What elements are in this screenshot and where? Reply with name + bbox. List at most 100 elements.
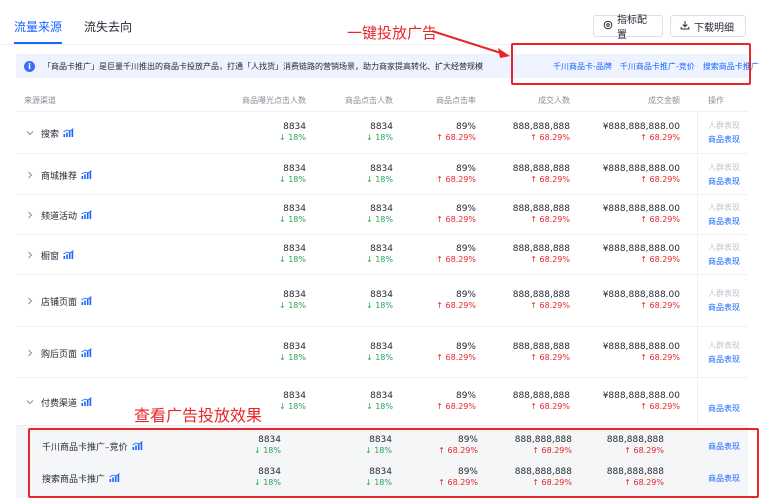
row-value-5: ¥888,888,888.00 <box>602 204 680 214</box>
chevron-icon[interactable] <box>25 397 35 407</box>
row-ops: 人群表现 商品表现 <box>708 242 748 267</box>
row-cell-4: 888,888,888 ↑ 68.29% <box>513 244 570 264</box>
crowd-performance-link: 人群表现 <box>708 163 740 172</box>
row-cell-2: 8834 ↓ 18% <box>366 290 393 310</box>
chevron-icon[interactable] <box>25 296 35 306</box>
row-value-2: 8834 <box>370 164 393 174</box>
row-name: 频道活动 <box>41 209 92 222</box>
chevron-icon[interactable] <box>25 348 35 358</box>
col-click-rate: 商品点击率 <box>436 96 476 105</box>
row-cell-3: 89% ↑ 68.29% <box>436 204 476 224</box>
row-name-text: 搜索 <box>41 130 60 140</box>
row-cell-2: 8834 ↓ 18% <box>366 204 393 224</box>
row-ops: 人群表现 商品表现 <box>708 120 748 145</box>
row-delta-5: ↑ 68.29% <box>640 133 680 142</box>
row-name: 购后页面 <box>41 347 92 360</box>
row-cell-1: 8834 ↓ 18% <box>279 164 306 184</box>
row-cell-5: ¥888,888,888.00 ↑ 68.29% <box>603 290 680 310</box>
row-delta-2: ↓ 18% <box>365 301 393 310</box>
product-performance-link[interactable]: 商品表现 <box>708 302 748 313</box>
row-ops: 人群表现 商品表现 <box>708 202 748 227</box>
tab-traffic-source[interactable]: 流量来源 <box>14 18 63 44</box>
row-value-3: 89% <box>455 391 476 401</box>
row-cell-4: 888,888,888 ↑ 68.29% <box>513 204 570 224</box>
row-value-5: ¥888,888,888.00 <box>602 244 680 254</box>
row-delta-1: ↓ 18% <box>278 175 306 184</box>
row-value-1: 8834 <box>283 342 306 352</box>
tab-traffic-loss[interactable]: 流失去向 <box>84 18 132 44</box>
table-row[interactable]: 店铺页面 8834 ↓ 18% 8834 ↓ 18% 89% ↑ 68.29% … <box>16 275 748 327</box>
col-ops: 操作 <box>708 96 724 105</box>
table-row[interactable]: 付费渠道 8834 ↓ 18% 8834 ↓ 18% 89% ↑ 68.29% … <box>16 378 748 426</box>
row-name-text: 橱窗 <box>41 252 60 262</box>
row-name-text: 频道活动 <box>41 212 78 222</box>
row-name-text: 店铺页面 <box>41 298 78 308</box>
row-value-2: 8834 <box>370 391 393 401</box>
row-name-text: 购后页面 <box>41 350 78 360</box>
trend-chart-icon[interactable] <box>63 127 74 140</box>
trend-chart-icon[interactable] <box>63 249 74 262</box>
row-cell-2: 8834 ↓ 18% <box>366 391 393 411</box>
trend-chart-icon[interactable] <box>81 347 92 360</box>
trend-chart-icon[interactable] <box>81 209 92 222</box>
row-name-text: 商城推荐 <box>41 172 78 182</box>
row-cell-5: ¥888,888,888.00 ↑ 68.29% <box>603 164 680 184</box>
trend-chart-icon[interactable] <box>81 396 92 409</box>
row-value-4: 888,888,888 <box>512 164 570 174</box>
row-delta-2: ↓ 18% <box>365 133 393 142</box>
product-performance-link[interactable]: 商品表现 <box>708 176 748 187</box>
row-delta-5: ↑ 68.29% <box>640 402 680 411</box>
annotation-label-bottom: 查看广告投放效果 <box>134 406 263 425</box>
settings-icon <box>603 20 613 33</box>
row-delta-2: ↓ 18% <box>365 215 393 224</box>
row-cell-1: 8834 ↓ 18% <box>279 204 306 224</box>
row-delta-4: ↑ 68.29% <box>530 353 570 362</box>
row-delta-3: ↑ 68.29% <box>436 402 476 411</box>
trend-chart-icon[interactable] <box>81 169 92 182</box>
product-performance-link[interactable]: 商品表现 <box>708 354 748 365</box>
row-name: 橱窗 <box>41 249 74 262</box>
row-cell-4: 888,888,888 ↑ 68.29% <box>513 391 570 411</box>
row-delta-3: ↑ 68.29% <box>436 301 476 310</box>
product-performance-link[interactable]: 商品表现 <box>708 134 748 145</box>
row-ops: 人群表现 商品表现 <box>708 162 748 187</box>
row-delta-3: ↑ 68.29% <box>436 175 476 184</box>
download-detail-button[interactable]: 下载明细 <box>670 15 746 37</box>
row-delta-4: ↑ 68.29% <box>530 133 570 142</box>
row-value-3: 89% <box>455 244 476 254</box>
row-value-3: 89% <box>455 164 476 174</box>
info-icon: i <box>24 60 35 72</box>
row-delta-4: ↑ 68.29% <box>530 255 570 264</box>
row-delta-1: ↓ 18% <box>278 215 306 224</box>
product-performance-link[interactable]: 商品表现 <box>708 256 748 267</box>
table-row[interactable]: 搜索 8834 ↓ 18% 8834 ↓ 18% 89% ↑ 68.29% 88… <box>16 112 748 154</box>
table-row[interactable]: 商城推荐 8834 ↓ 18% 8834 ↓ 18% 89% ↑ 68.29% … <box>16 154 748 195</box>
trend-chart-icon[interactable] <box>81 295 92 308</box>
table-row[interactable]: 橱窗 8834 ↓ 18% 8834 ↓ 18% 89% ↑ 68.29% 88… <box>16 235 748 275</box>
row-cell-5: ¥888,888,888.00 ↑ 68.29% <box>603 342 680 362</box>
row-cell-3: 89% ↑ 68.29% <box>436 342 476 362</box>
table-row[interactable]: 频道活动 8834 ↓ 18% 8834 ↓ 18% 89% ↑ 68.29% … <box>16 195 748 235</box>
row-delta-1: ↓ 18% <box>278 353 306 362</box>
chevron-icon[interactable] <box>25 170 35 180</box>
row-name: 付费渠道 <box>41 396 92 409</box>
metric-config-button[interactable]: 指标配置 <box>593 15 663 41</box>
row-cell-4: 888,888,888 ↑ 68.29% <box>513 164 570 184</box>
row-delta-5: ↑ 68.29% <box>640 215 680 224</box>
chevron-icon[interactable] <box>25 128 35 138</box>
tab-bar: 流量来源 流失去向 <box>14 0 132 44</box>
row-value-5: ¥888,888,888.00 <box>602 290 680 300</box>
row-cell-2: 8834 ↓ 18% <box>366 122 393 142</box>
row-value-2: 8834 <box>370 204 393 214</box>
col-exposure-click: 商品曝光点击人数 <box>242 96 306 105</box>
chevron-icon[interactable] <box>25 250 35 260</box>
table-row[interactable]: 购后页面 8834 ↓ 18% 8834 ↓ 18% 89% ↑ 68.29% … <box>16 327 748 378</box>
row-value-3: 89% <box>455 204 476 214</box>
row-ops: 人群表现 商品表现 <box>708 288 748 313</box>
product-performance-link[interactable]: 商品表现 <box>708 403 748 414</box>
product-performance-link[interactable]: 商品表现 <box>708 216 748 227</box>
col-click-users: 商品点击人数 <box>345 96 393 105</box>
crowd-performance-link: 人群表现 <box>708 341 740 350</box>
row-ops: 人群表现 商品表现 <box>708 389 748 414</box>
chevron-icon[interactable] <box>25 210 35 220</box>
